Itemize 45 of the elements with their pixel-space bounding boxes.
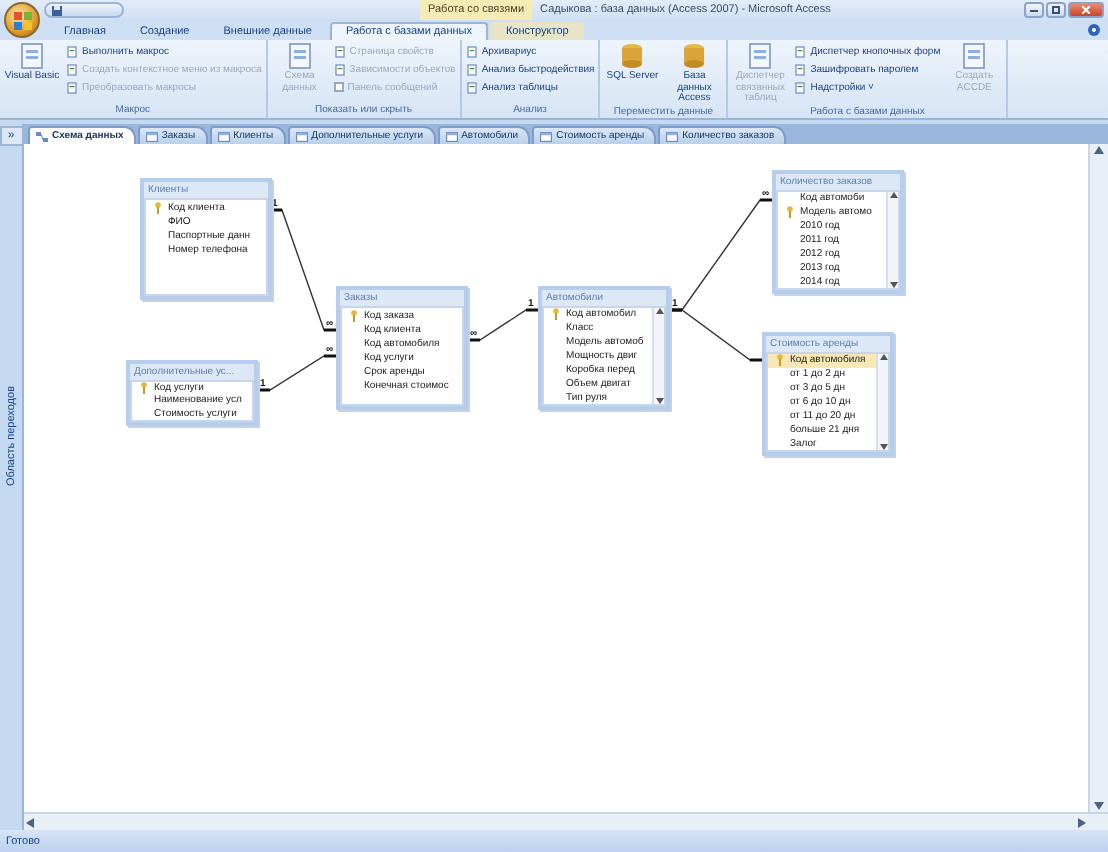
scroll-up-icon[interactable] [879, 354, 887, 360]
database-icon [618, 42, 647, 70]
key-icon [551, 308, 559, 321]
scroll-up-icon[interactable] [889, 192, 897, 198]
key-icon [153, 201, 161, 213]
maximize-icon [1052, 6, 1060, 14]
document-icon [66, 45, 78, 57]
office-logo-icon [13, 11, 31, 29]
document-icon [465, 81, 478, 93]
scroll-right-icon[interactable] [1078, 817, 1086, 827]
document-icon [794, 45, 807, 57]
document-icon [285, 42, 314, 70]
scrollbar[interactable] [1088, 144, 1108, 812]
key-icon [775, 354, 783, 367]
minimize-icon [1030, 9, 1038, 11]
minimize-button[interactable] [1024, 2, 1044, 18]
document-icon [794, 63, 807, 75]
scrollbar[interactable] [886, 192, 898, 288]
document-icon [465, 63, 478, 75]
scroll-up-icon[interactable] [655, 308, 663, 314]
document-icon [746, 42, 775, 70]
document-icon [794, 81, 807, 93]
close-button[interactable] [1068, 2, 1104, 18]
scrollbar[interactable] [24, 812, 1108, 830]
document-icon [18, 42, 46, 70]
document-icon [333, 63, 346, 75]
database-icon [680, 42, 709, 70]
help-icon[interactable] [1088, 24, 1100, 36]
close-icon [1082, 6, 1090, 14]
document-icon [66, 81, 78, 93]
document-icon [333, 45, 346, 57]
save-icon[interactable] [52, 5, 62, 15]
document-icon [66, 63, 78, 75]
maximize-button[interactable] [1046, 2, 1066, 18]
diagram-icon [36, 131, 48, 141]
key-icon [349, 309, 357, 321]
scrollbar[interactable] [876, 354, 888, 450]
key-icon [785, 206, 793, 219]
scroll-down-icon[interactable] [879, 444, 887, 450]
scrollbar[interactable] [652, 308, 664, 404]
key-icon [139, 382, 147, 395]
scroll-down-icon[interactable] [655, 398, 663, 404]
scroll-down-icon[interactable] [889, 282, 897, 288]
document-icon [465, 45, 478, 57]
document-icon [960, 42, 989, 70]
